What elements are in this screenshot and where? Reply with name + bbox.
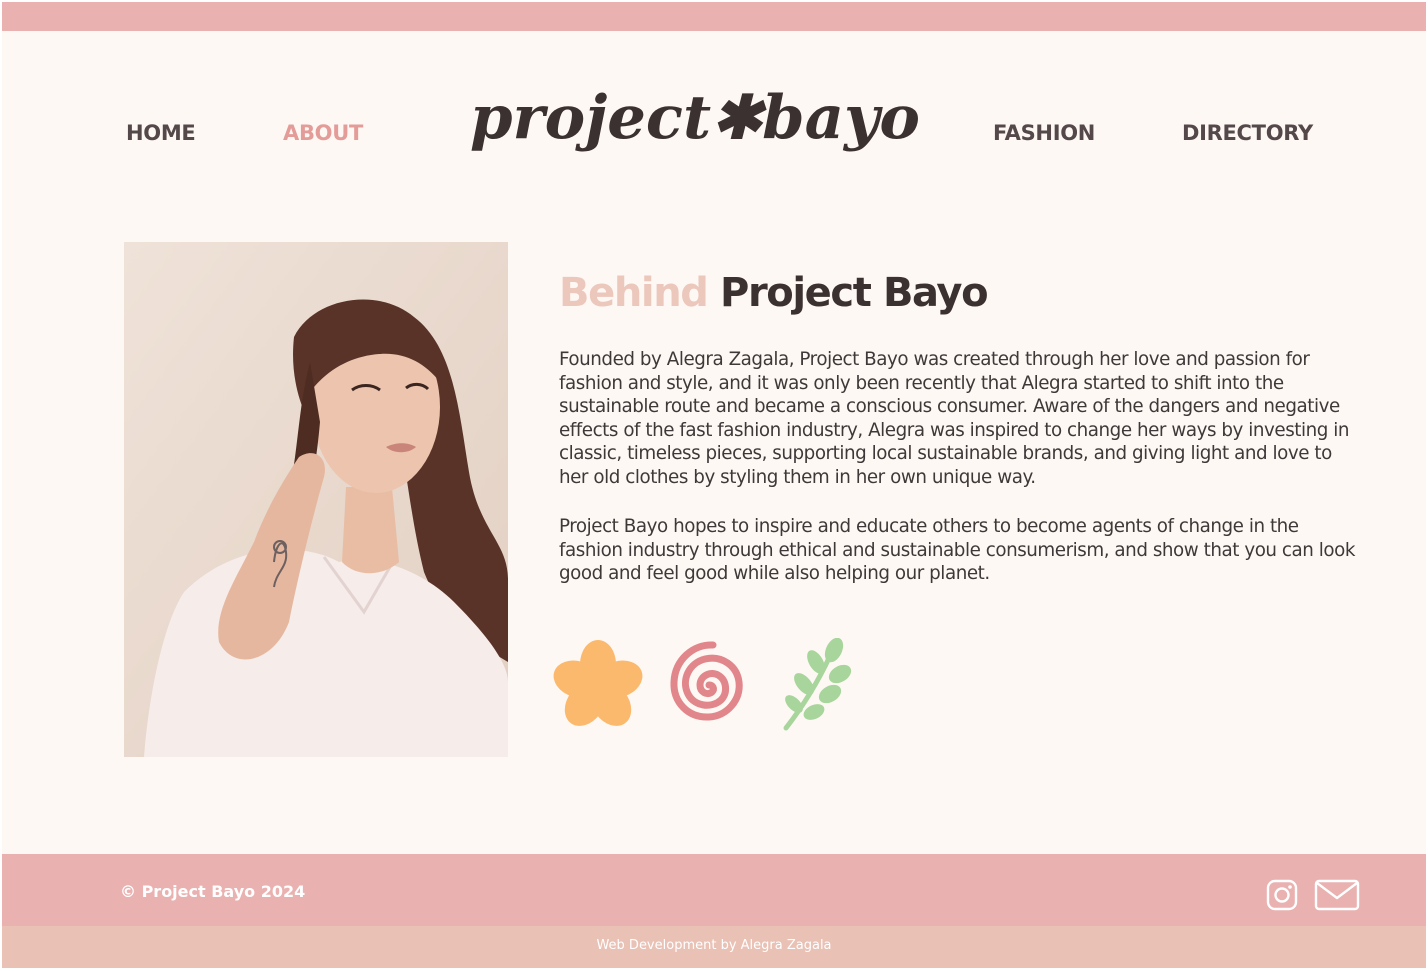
nav-fashion-link[interactable]: FASHION bbox=[993, 121, 1095, 145]
page-title: Behind Project Bayo bbox=[559, 270, 989, 316]
about-paragraph-1: Founded by Alegra Zagala, Project Bayo w… bbox=[559, 349, 1350, 488]
nav-about-link[interactable]: ABOUT bbox=[283, 121, 363, 145]
logo[interactable]: project✱bayo bbox=[464, 86, 926, 162]
nav-home-link[interactable]: HOME bbox=[126, 121, 196, 145]
subfooter: Web Development by Alegra Zagala bbox=[2, 926, 1426, 968]
page: HOME ABOUT FASHION DIRECTORY project✱bay… bbox=[2, 2, 1426, 968]
top-bar bbox=[2, 2, 1426, 31]
nav-directory-link[interactable]: DIRECTORY bbox=[1182, 121, 1313, 145]
founder-photo bbox=[124, 242, 508, 757]
instagram-icon[interactable] bbox=[1266, 879, 1298, 911]
credit-text: Web Development by Alegra Zagala bbox=[596, 938, 832, 953]
spiral-icon bbox=[670, 641, 743, 721]
leaf-icon bbox=[783, 638, 852, 731]
flower-icon bbox=[553, 640, 643, 726]
footer: © Project Bayo 2024 bbox=[2, 854, 1426, 926]
copyright-text: © Project Bayo 2024 bbox=[120, 882, 306, 901]
about-paragraph-2: Project Bayo hopes to inspire and educat… bbox=[559, 516, 1356, 584]
page-title-accent: Behind bbox=[559, 270, 709, 316]
logo-text: project✱bayo bbox=[470, 86, 920, 153]
page-title-main: Project Bayo bbox=[720, 270, 989, 316]
mail-icon[interactable] bbox=[1314, 879, 1360, 911]
